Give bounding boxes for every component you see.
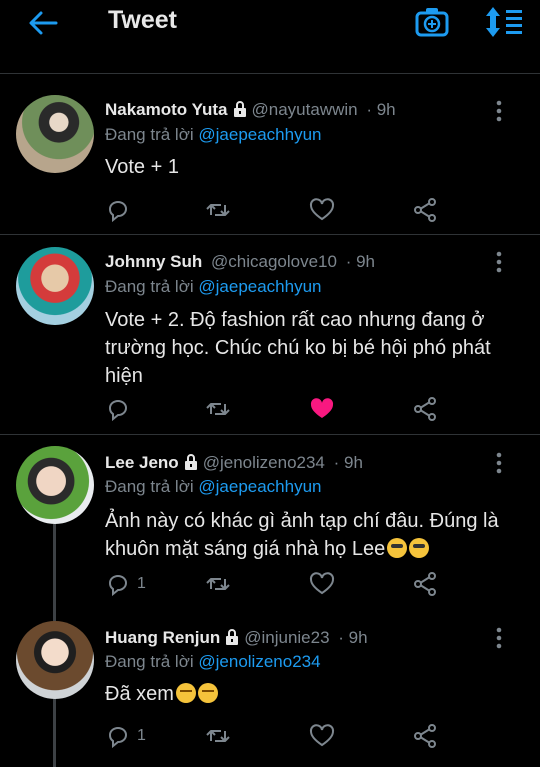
avatar[interactable] (16, 446, 94, 524)
tweet-text: Đã xem (105, 680, 520, 708)
author-name[interactable]: Johnny Suh (105, 252, 202, 271)
reply-tweet[interactable]: Huang Renjun @injunie23 · 9h Đang trả lời… (0, 611, 540, 767)
author-name[interactable]: Lee Jeno (105, 453, 179, 472)
tweet-text-content: Ảnh này có khác gì ảnh tạp chí đâu. Đúng… (105, 510, 499, 560)
tweet-text: Vote + 1 (105, 156, 179, 178)
smirking-emoji-icon (197, 683, 218, 703)
author-handle: @chicagolove10 (211, 252, 337, 271)
reply-count: 1 (137, 727, 146, 744)
author-handle: @injunie23 (244, 628, 330, 647)
reply-button[interactable] (105, 395, 137, 423)
page-title: Tweet (108, 6, 177, 34)
more-options-icon[interactable] (490, 100, 508, 122)
mention-link[interactable]: @jenolizeno234 (198, 652, 320, 671)
lock-icon (184, 454, 197, 470)
reply-tweet[interactable]: Johnny Suh @chicagolove10 · 9h Đang trả … (0, 235, 540, 435)
author-name[interactable]: Huang Renjun (105, 628, 220, 647)
avatar[interactable] (16, 247, 94, 325)
mention-link[interactable]: @jaepeachhyun (198, 477, 321, 496)
sort-icon[interactable] (484, 6, 524, 38)
mention-link[interactable]: @jaepeachhyun (198, 125, 321, 144)
like-button[interactable] (309, 395, 335, 423)
heart-filled-icon (310, 398, 334, 418)
like-button[interactable] (309, 570, 335, 598)
more-options-icon[interactable] (490, 452, 508, 474)
share-button[interactable] (412, 196, 438, 224)
replying-to-label: Đang trả lời (105, 477, 194, 496)
more-options-icon[interactable] (490, 251, 508, 273)
reply-count: 1 (137, 575, 146, 592)
reply-icon (109, 727, 127, 749)
share-button[interactable] (412, 395, 438, 423)
reply-tweet[interactable]: Lee Jeno @jenolizeno234 · 9h Đang trả lời… (0, 436, 540, 611)
reply-icon (109, 201, 127, 223)
share-icon (414, 572, 436, 596)
more-options-icon[interactable] (490, 627, 508, 649)
action-bar (105, 196, 445, 224)
lock-icon (233, 101, 246, 117)
smirking-emoji-icon (175, 683, 196, 703)
mention-link[interactable]: @jaepeachhyun (198, 277, 321, 296)
tweet-time: · 9h (345, 252, 375, 271)
author-name[interactable]: Nakamoto Yuta (105, 100, 228, 119)
heart-outline-icon (309, 198, 335, 221)
share-icon (414, 198, 436, 222)
camera-icon[interactable] (414, 6, 450, 38)
author-handle: @nayutawwin (251, 100, 358, 119)
replying-to-label: Đang trả lời (105, 277, 194, 296)
avatar[interactable] (16, 621, 94, 699)
retweet-button[interactable] (205, 570, 231, 598)
tweet-text: Vote + 2. Độ fashion rất cao nhưng đang … (105, 309, 491, 387)
action-bar: 1 (105, 722, 445, 750)
replying-to: Đang trả lời @jenolizeno234 (105, 652, 321, 672)
avatar[interactable] (16, 95, 94, 173)
reply-button[interactable]: 1 (105, 722, 146, 750)
reply-icon (109, 575, 127, 597)
back-arrow-icon[interactable] (26, 8, 60, 38)
share-button[interactable] (412, 570, 438, 598)
retweet-button[interactable] (205, 722, 231, 750)
top-app-bar: Tweet (0, 0, 540, 74)
replying-to: Đang trả lời @jaepeachhyun (105, 277, 322, 297)
retweet-button[interactable] (205, 395, 231, 423)
replying-to: Đang trả lời @jaepeachhyun (105, 477, 322, 497)
replying-to-label: Đang trả lời (105, 652, 194, 671)
share-icon (414, 397, 436, 421)
retweet-icon (206, 730, 230, 742)
retweet-icon (206, 403, 230, 415)
reply-button[interactable] (105, 196, 137, 224)
replying-to-label: Đang trả lời (105, 125, 194, 144)
author-row: Huang Renjun @injunie23 · 9h (105, 628, 368, 648)
tweet-time: · 9h (338, 628, 368, 647)
tweet-text-content: Đã xem (105, 683, 174, 705)
share-icon (414, 724, 436, 748)
author-row: Lee Jeno @jenolizeno234 · 9h (105, 453, 363, 473)
sunglasses-emoji-icon (409, 538, 430, 558)
author-row: Nakamoto Yuta @nayutawwin · 9h (105, 100, 396, 120)
like-button[interactable] (309, 722, 335, 750)
share-button[interactable] (412, 722, 438, 750)
retweet-button[interactable] (205, 196, 231, 224)
retweet-icon (206, 578, 230, 590)
tweet-text: Ảnh này có khác gì ảnh tạp chí đâu. Đúng… (105, 507, 520, 563)
reply-icon (109, 400, 127, 422)
retweet-icon (206, 204, 230, 216)
author-row: Johnny Suh @chicagolove10 · 9h (105, 252, 375, 272)
like-button[interactable] (309, 196, 335, 224)
reply-tweet[interactable]: Nakamoto Yuta @nayutawwin · 9h Đang trả l… (0, 75, 540, 235)
heart-outline-icon (309, 724, 335, 747)
author-handle: @jenolizeno234 (202, 453, 325, 472)
sunglasses-emoji-icon (387, 538, 408, 558)
action-bar: 1 (105, 570, 445, 598)
tweet-time: · 9h (366, 100, 396, 119)
lock-icon (226, 629, 239, 645)
reply-button[interactable]: 1 (105, 570, 146, 598)
action-bar (105, 395, 445, 423)
tweet-time: · 9h (333, 453, 363, 472)
replying-to: Đang trả lời @jaepeachhyun (105, 125, 322, 145)
heart-outline-icon (309, 572, 335, 595)
